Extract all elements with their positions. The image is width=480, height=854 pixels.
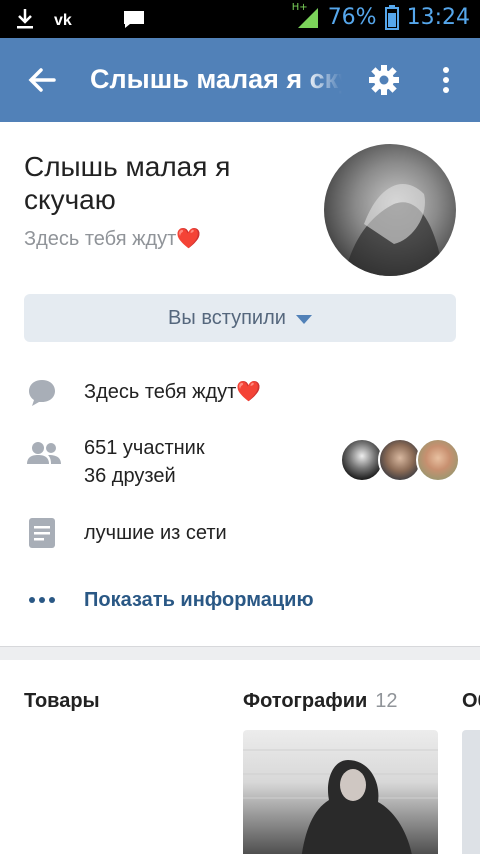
battery-level: 76%	[327, 4, 377, 30]
status-bar: vk H+ 76% 13:24	[0, 0, 480, 38]
show-info-row[interactable]: Показать информацию	[0, 586, 480, 616]
section-divider	[0, 646, 480, 660]
toolbar: Слышь малая я скучаю	[0, 38, 480, 122]
back-arrow-icon[interactable]	[24, 62, 60, 98]
group-status: Здесь тебя ждут❤️	[24, 228, 202, 250]
gear-icon[interactable]	[366, 62, 402, 98]
group-avatar[interactable]	[324, 144, 456, 276]
caret-down-icon	[295, 314, 312, 324]
members-row[interactable]: 651 участник 36 друзей	[0, 434, 480, 494]
network-type: H+	[291, 2, 308, 13]
more-vertical-icon[interactable]	[432, 62, 460, 98]
toolbar-title: Слышь малая я скучаю	[90, 64, 342, 94]
clock: 13:24	[406, 4, 470, 30]
document-icon	[26, 516, 58, 548]
joined-button-label: Вы вступили	[168, 306, 286, 329]
goods-section-title[interactable]: Товары	[24, 690, 100, 713]
description-text: Здесь тебя ждут❤️	[84, 381, 262, 403]
svg-text:vk: vk	[54, 12, 72, 29]
category-text: лучшие из сети	[84, 522, 227, 544]
next-section-title[interactable]: Об	[462, 690, 480, 713]
battery-icon	[384, 4, 399, 30]
next-section-card[interactable]	[462, 730, 480, 854]
signal-icon: H+	[291, 2, 320, 30]
description-row: Здесь тебя ждут❤️	[0, 376, 480, 408]
avatar	[416, 438, 460, 482]
members-count: 651 участник	[84, 437, 205, 459]
friends-avatars[interactable]	[340, 438, 460, 484]
photo-thumbnail[interactable]	[243, 730, 438, 854]
friends-count: 36 друзей	[84, 465, 176, 487]
joined-button[interactable]: Вы вступили	[24, 294, 456, 342]
ellipsis-icon	[26, 590, 58, 622]
photos-count: 12	[375, 690, 398, 712]
comment-icon	[26, 376, 58, 408]
members-icon	[26, 438, 62, 470]
photos-section-title[interactable]: Фотографии 12	[243, 690, 398, 713]
category-row: лучшие из сети	[0, 516, 480, 550]
photos-label: Фотографии	[243, 690, 368, 712]
vk-icon: vk	[54, 6, 84, 32]
download-icon	[14, 6, 36, 32]
message-icon	[122, 6, 144, 32]
show-info-link[interactable]: Показать информацию	[84, 586, 314, 614]
group-name: Слышь малая я скучаю	[24, 151, 231, 215]
